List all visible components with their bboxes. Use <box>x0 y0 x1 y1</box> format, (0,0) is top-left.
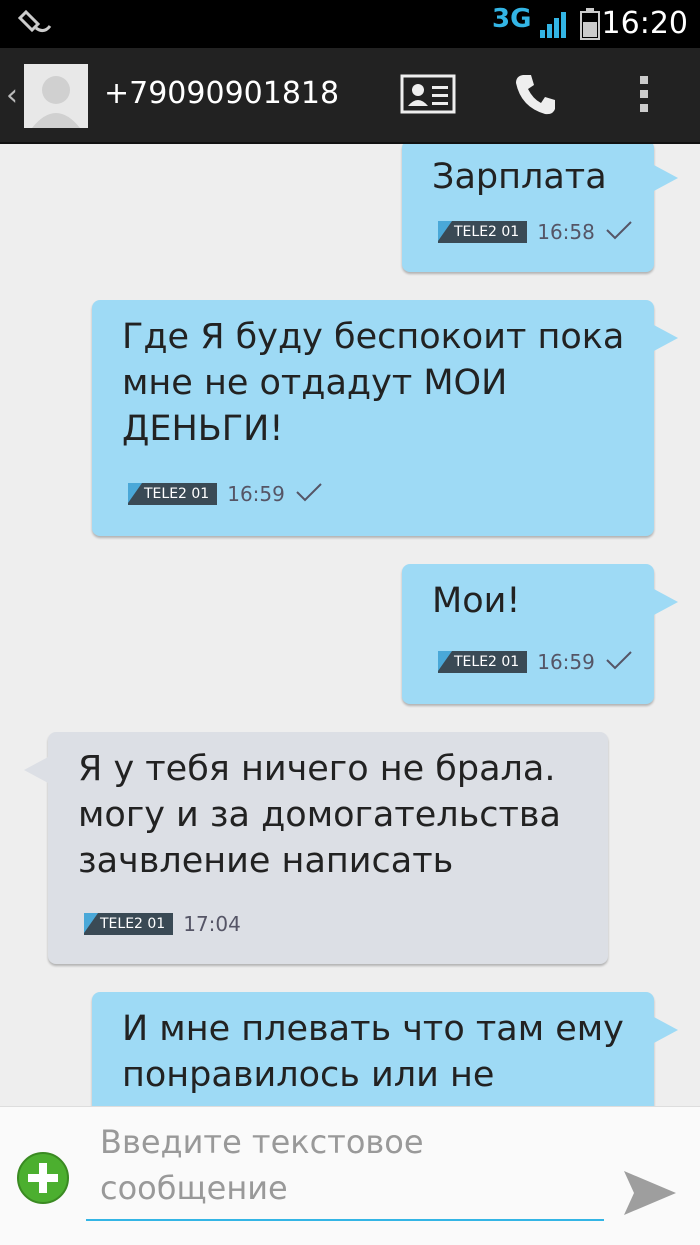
message-composer <box>0 1106 700 1245</box>
message-meta: TELE2 01 17:04 <box>84 912 241 936</box>
network-type: 3G <box>492 4 532 34</box>
bubble-tail <box>652 588 678 616</box>
sim-label: TELE2 01 <box>84 913 174 935</box>
message-meta: TELE2 01 16:59 <box>438 650 633 674</box>
status-bar: 3G 16:20 <box>0 0 700 48</box>
message-text: Мои! <box>432 581 521 621</box>
signal-icon <box>538 10 568 40</box>
message-text: Я у тебя ничего не брала. могу и за домо… <box>78 749 561 881</box>
conversation-list[interactable]: Зарплата TELE2 01 16:58 Где Я буду беспо… <box>0 144 700 1106</box>
attach-button[interactable] <box>16 1151 70 1205</box>
bubble-tail <box>652 324 678 352</box>
message-text: Зарплата <box>432 157 607 197</box>
message-input[interactable] <box>86 1119 604 1221</box>
overflow-menu-button[interactable] <box>616 68 672 124</box>
contact-avatar[interactable] <box>24 64 88 128</box>
send-button[interactable] <box>620 1163 680 1223</box>
delivered-check-icon <box>295 482 323 506</box>
more-vert-icon <box>638 74 650 118</box>
contact-card-button[interactable] <box>398 68 458 124</box>
message-text: И мне плевать что там ему понравилось ил… <box>122 1009 624 1095</box>
message-bubble[interactable]: Где Я буду беспокоит пока мне не отдадут… <box>92 300 678 536</box>
sim-label: TELE2 01 <box>128 483 218 505</box>
message-text: Где Я буду беспокоит пока мне не отдадут… <box>122 317 625 449</box>
battery-icon <box>580 8 600 40</box>
delivered-check-icon <box>605 650 633 674</box>
message-time: 16:58 <box>537 220 595 244</box>
send-icon <box>624 1171 676 1215</box>
delivered-check-icon <box>605 220 633 244</box>
call-button[interactable] <box>506 68 566 124</box>
sim-label: TELE2 01 <box>438 651 528 673</box>
bubble-tail <box>652 1016 678 1044</box>
message-meta: TELE2 01 16:59 <box>128 482 323 506</box>
message-bubble[interactable]: Я у тебя ничего не брала. могу и за домо… <box>24 732 608 964</box>
add-icon <box>17 1152 69 1204</box>
message-meta: TELE2 01 16:58 <box>438 220 633 244</box>
clock: 16:20 <box>601 6 688 41</box>
notification-icon <box>17 8 54 40</box>
message-bubble[interactable]: И мне плевать что там ему понравилось ил… <box>92 992 678 1106</box>
message-time: 17:04 <box>183 912 241 936</box>
message-bubble[interactable]: Зарплата TELE2 01 16:58 <box>402 144 678 272</box>
phone-icon <box>513 71 559 121</box>
message-bubble[interactable]: Мои! TELE2 01 16:59 <box>402 564 678 704</box>
bubble-tail <box>652 164 678 192</box>
message-time: 16:59 <box>537 650 595 674</box>
contact-number: +79090901818 <box>104 76 340 111</box>
contact-card-icon <box>400 74 456 118</box>
sim-label: TELE2 01 <box>438 221 528 243</box>
action-bar: ‹ +79090901818 <box>0 48 700 144</box>
bubble-tail <box>24 756 50 784</box>
message-time: 16:59 <box>227 482 285 506</box>
back-chevron-icon[interactable]: ‹ <box>6 78 18 113</box>
